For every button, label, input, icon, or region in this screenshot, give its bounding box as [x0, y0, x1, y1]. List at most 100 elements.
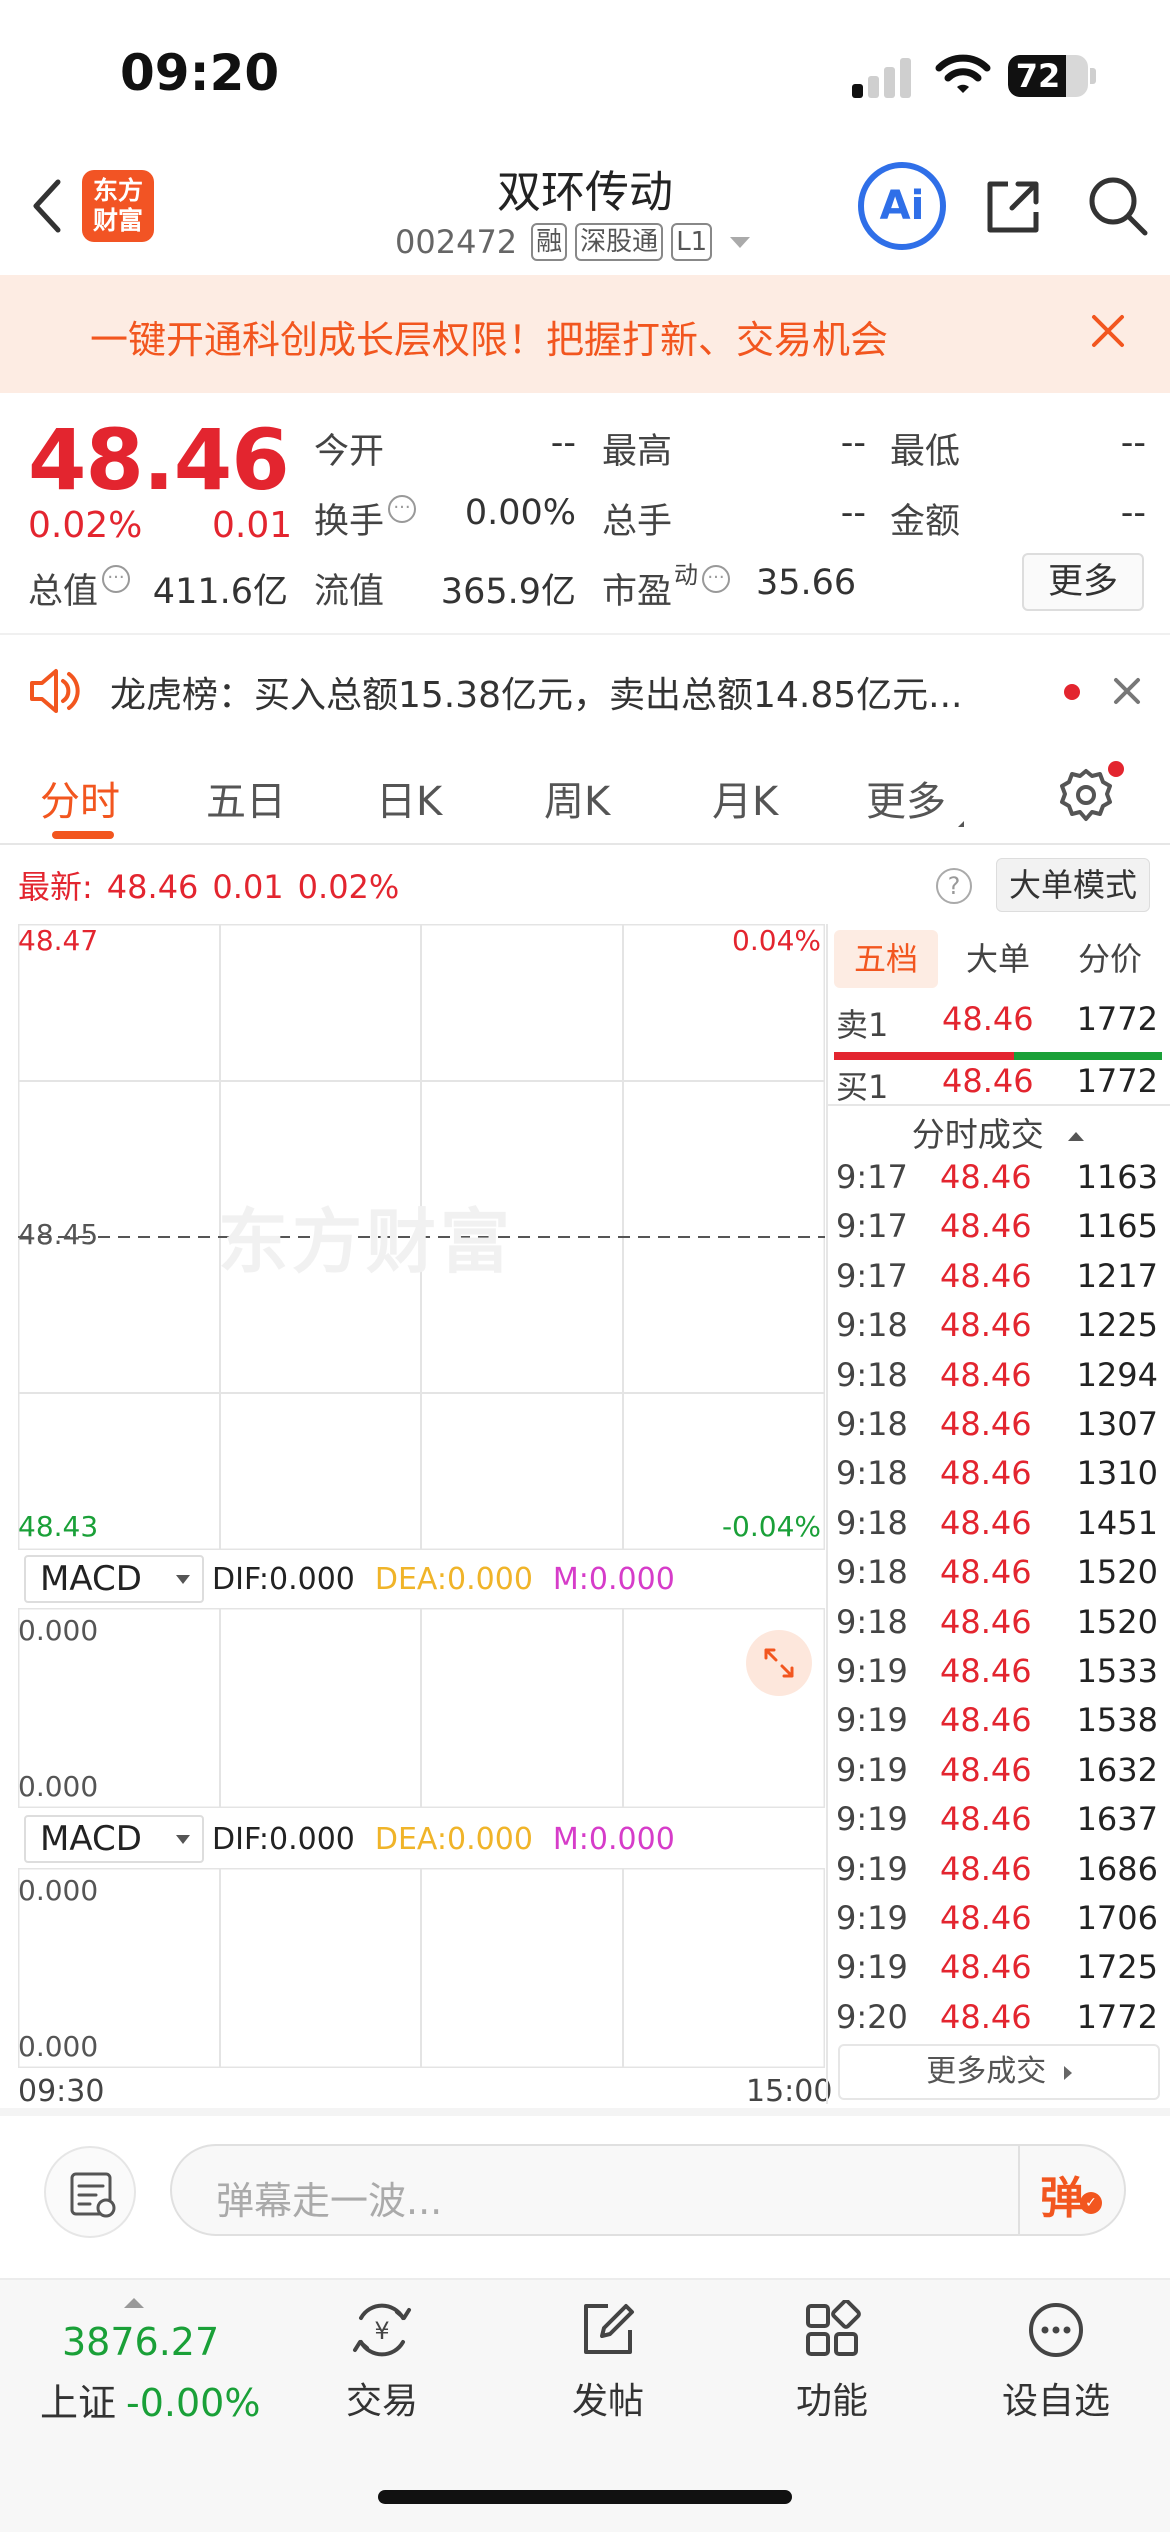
- tick-volume: 1686: [1076, 1849, 1158, 1888]
- trade-button[interactable]: ¥ 交易: [312, 2300, 452, 2424]
- macd-grid-1: [18, 1608, 825, 1808]
- macd-dea-1: DEA:0.000: [374, 1561, 533, 1597]
- latest-change: 0.01: [212, 868, 284, 906]
- tab-five-levels[interactable]: 五档: [834, 930, 938, 988]
- banner-close-button[interactable]: [1088, 311, 1128, 355]
- order-book-tabs: 五档 大单 分价: [828, 924, 1170, 992]
- notice-close-button[interactable]: [1112, 676, 1142, 710]
- tick-row: 9:18 48.46 1294: [826, 1356, 1170, 1405]
- tick-time: 9:19: [836, 1948, 908, 1987]
- danmu-toggle-button[interactable]: 弹: [1040, 2162, 1084, 2226]
- change-amount: 0.01: [212, 505, 293, 546]
- search-button[interactable]: [1086, 174, 1150, 242]
- wifi-icon: [935, 52, 991, 100]
- tab-price-distribution[interactable]: 分价: [1058, 930, 1162, 988]
- promo-banner[interactable]: 一键开通科创成长层权限！把握打新、交易机会: [0, 275, 1170, 393]
- tick-time: 9:18: [836, 1454, 908, 1493]
- tick-row: 9:18 48.46 1307: [826, 1405, 1170, 1454]
- share-icon: [987, 181, 1039, 233]
- tab-big-orders[interactable]: 大单: [946, 930, 1050, 988]
- status-time: 09:20: [120, 44, 280, 102]
- dragon-tiger-notice[interactable]: 龙虎榜：买入总额15.38亿元，卖出总额14.85亿元...: [0, 640, 1170, 740]
- ask-price: 48.46: [942, 1000, 1034, 1038]
- macd-chart-1[interactable]: 0.000 0.000: [18, 1608, 825, 1808]
- low-label: 最低: [890, 432, 961, 472]
- post-label: 发帖: [571, 2381, 644, 2422]
- tab-five-day[interactable]: 五日: [206, 769, 286, 827]
- post-button[interactable]: 发帖: [538, 2300, 678, 2424]
- tick-volume: 1165: [1076, 1207, 1158, 1246]
- tick-volume: 1163: [1076, 1158, 1158, 1196]
- big-order-mode-button[interactable]: 大单模式: [996, 858, 1150, 912]
- dragon-tiger-text: 龙虎榜：买入总额15.38亿元，卖出总额14.85亿元...: [110, 675, 963, 716]
- stock-code: 002472: [395, 223, 518, 261]
- quote-panel: 48.46 0.02% 0.01 今开 -- 最高 -- 最低 -- 换手 ···…: [0, 393, 1170, 633]
- ai-button[interactable]: Ai: [858, 162, 946, 250]
- total-cap-label[interactable]: 总值 ···: [28, 563, 131, 614]
- danmu-input[interactable]: 弹幕走一波... 弹 ✓: [170, 2144, 1126, 2236]
- pe-label[interactable]: 市盈动 ···: [602, 561, 731, 614]
- chevron-right-icon: [1063, 2065, 1072, 2080]
- indicator-select-1[interactable]: MACD: [24, 1555, 204, 1603]
- macd-grid-2: [18, 1868, 825, 2068]
- stock-subtitle[interactable]: 002472 融 深股通 L1: [395, 222, 751, 262]
- tag-level: L1: [671, 223, 713, 261]
- more-ticks-button[interactable]: 更多成交: [838, 2044, 1160, 2100]
- speaker-icon: [28, 666, 82, 720]
- latest-quote-line: 最新: 48.46 0.01 0.02%: [18, 862, 413, 908]
- tab-intraday[interactable]: 分时: [40, 769, 120, 827]
- tick-volume: 1225: [1076, 1306, 1158, 1345]
- tab-weekly-k[interactable]: 周K: [544, 769, 610, 827]
- danmu-bar: 弹幕走一波... 弹 ✓: [0, 2116, 1170, 2266]
- trade-icon: ¥: [353, 2303, 411, 2357]
- macd-y-bottom-2: 0.000: [18, 2030, 99, 2063]
- macd-m-2: M:0.000: [552, 1821, 675, 1857]
- high-label: 最高: [602, 432, 673, 472]
- indicator-select-2[interactable]: MACD: [24, 1815, 204, 1863]
- functions-button[interactable]: 功能: [762, 2299, 902, 2424]
- chart-settings-button[interactable]: [1058, 767, 1114, 827]
- tick-time: 9:19: [836, 1899, 908, 1937]
- ask-row: 卖1 48.46 1772: [826, 1000, 1170, 1050]
- info-icon: ···: [702, 565, 731, 593]
- more-quote-button[interactable]: 更多: [1022, 553, 1144, 611]
- share-button[interactable]: [982, 176, 1044, 242]
- tick-volume: 1533: [1076, 1652, 1158, 1690]
- expand-chart-button[interactable]: [746, 1630, 812, 1696]
- sort-up-icon: [1068, 1132, 1085, 1141]
- help-icon[interactable]: ?: [936, 868, 972, 904]
- y-axis-bottom-price: 48.43: [18, 1510, 99, 1543]
- tab-more[interactable]: 更多: [866, 769, 964, 827]
- tick-time: 9:18: [836, 1306, 908, 1345]
- tick-volume: 1520: [1076, 1602, 1158, 1641]
- turnover-label[interactable]: 换手 ···: [314, 493, 417, 544]
- index-summary[interactable]: 上证 -0.00%: [40, 2372, 260, 2427]
- chevron-down-icon: [730, 236, 751, 248]
- tab-daily-k[interactable]: 日K: [376, 769, 442, 827]
- dropdown-icon: [176, 1835, 190, 1844]
- ticks-header[interactable]: 分时成交: [826, 1108, 1170, 1156]
- expand-icon: [764, 1648, 794, 1678]
- tick-row: 9:19 48.46 1725: [826, 1948, 1170, 1997]
- danmu-settings-button[interactable]: [44, 2146, 136, 2238]
- intraday-chart[interactable]: 东方财富 48.47 48.45 48.43 0.04% -0.04%: [18, 924, 825, 1550]
- tick-price: 48.46: [940, 1158, 1032, 1196]
- expand-up-icon[interactable]: [124, 2298, 144, 2308]
- sell-pressure-bar: [834, 1052, 1014, 1060]
- home-indicator[interactable]: [378, 2490, 792, 2504]
- info-icon: ···: [388, 495, 417, 523]
- tick-volume: 1310: [1076, 1454, 1158, 1493]
- add-watchlist-button[interactable]: 设自选: [986, 2300, 1126, 2424]
- settings-badge-dot: [1108, 761, 1124, 777]
- tick-row: 9:17 48.46 1217: [826, 1257, 1170, 1306]
- tick-volume: 1451: [1076, 1503, 1158, 1542]
- divider: [0, 633, 1170, 635]
- tick-time: 9:20: [836, 1997, 908, 2036]
- macd-chart-2[interactable]: 0.000 0.000: [18, 1868, 825, 2068]
- corner-triangle-icon: [952, 821, 964, 827]
- tab-monthly-k[interactable]: 月K: [712, 769, 778, 827]
- tick-price: 48.46: [940, 1553, 1032, 1592]
- bid-price: 48.46: [942, 1062, 1034, 1100]
- tick-time: 9:17: [836, 1158, 908, 1196]
- index-value[interactable]: 3876.27: [62, 2320, 219, 2364]
